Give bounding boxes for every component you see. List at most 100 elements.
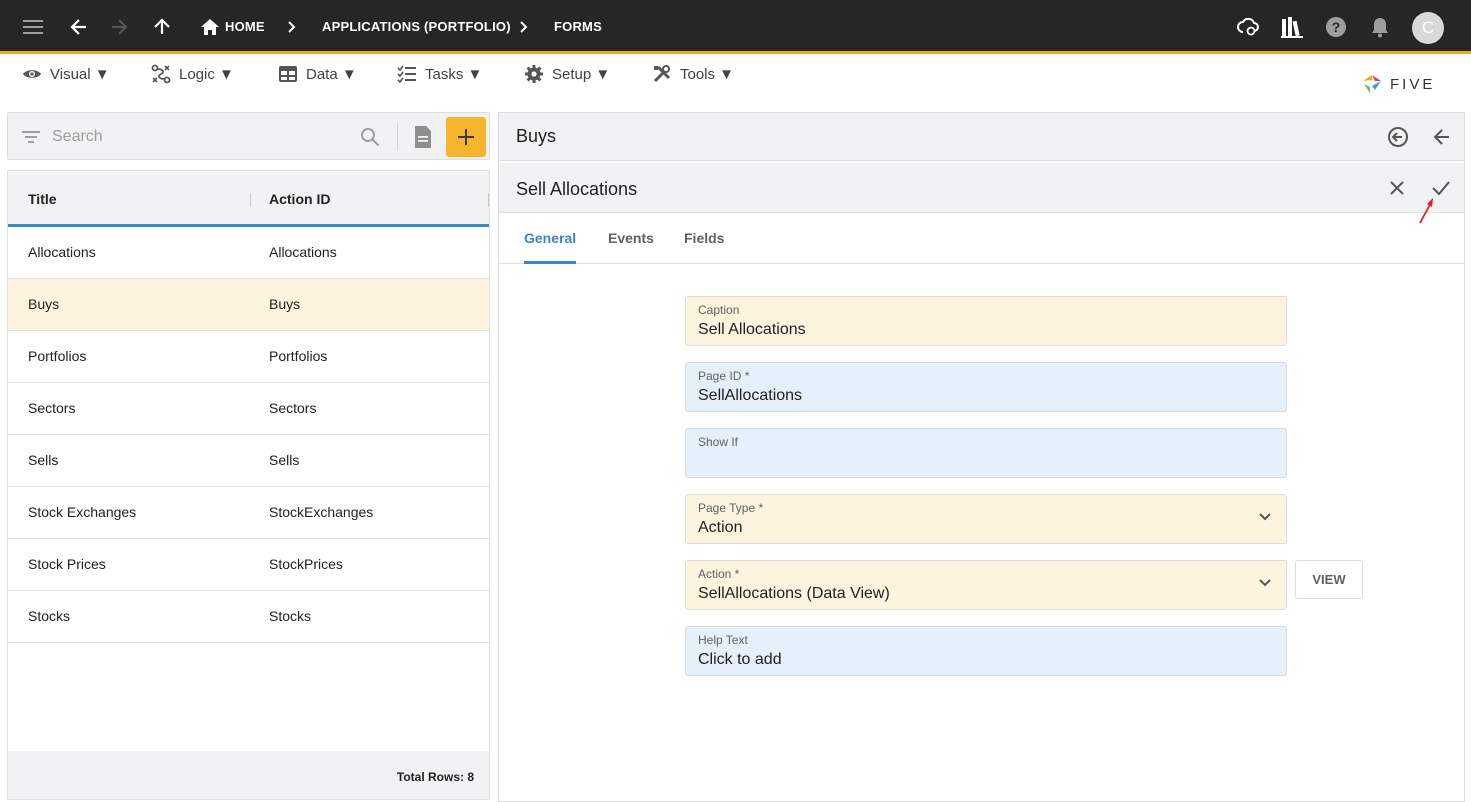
cell-action-id: Stocks [269,608,312,624]
caption-field[interactable]: Caption Sell Allocations [685,296,1287,346]
breadcrumb-home[interactable]: HOME [225,19,265,34]
table-row-selected[interactable]: Buys Buys [8,279,489,331]
tab-general[interactable]: General [524,230,576,246]
table-row[interactable]: Portfolios Portfolios [8,331,489,383]
table-header: Title Action ID [8,171,489,227]
cell-action-id: Allocations [269,244,337,260]
caption-label: Caption [698,303,740,317]
action-select[interactable]: Action * SellAllocations (Data View) [685,560,1287,610]
add-button[interactable] [446,117,486,157]
hamburger-menu-icon[interactable] [21,14,47,40]
page-type-value: Action [698,519,743,536]
table-footer: Total Rows: 8 [8,751,489,799]
help-text-value: Click to add [698,651,782,668]
help-icon[interactable]: ? [1323,14,1349,40]
breadcrumb-applications[interactable]: APPLICATIONS (PORTFOLIO) [322,19,511,34]
chevron-down-icon [1259,579,1271,587]
table-row[interactable]: Stock Exchanges StockExchanges [8,487,489,539]
table-icon [279,66,297,82]
five-logo-icon [1363,75,1381,93]
search-bar [7,112,490,160]
caption-value: Sell Allocations [698,321,806,338]
table-row[interactable]: Stock Prices StockPrices [8,539,489,591]
search-input[interactable] [52,125,352,149]
tasks-icon [397,65,416,83]
menu-visual-label: Visual ▼ [50,65,110,83]
logo-text: FIVE [1390,75,1436,93]
cell-action-id: StockPrices [269,556,343,572]
cell-title: Stock Exchanges [28,504,137,520]
top-bar: HOME APPLICATIONS (PORTFOLIO) FORMS ? C [0,0,1471,54]
form-tabs: General Events Fields [499,214,1464,264]
column-action-id[interactable]: Action ID [269,191,330,207]
form-header: Sell Allocations [499,163,1464,224]
detail-panel: Buys Sell Allocations General Events Fie… [498,112,1465,802]
back-to-parent-icon[interactable] [1387,126,1409,148]
menu-bar: Visual ▼ Logic ▼ Data ▼ Tasks ▼ Setup ▼ … [0,57,1471,97]
column-divider [488,193,489,207]
show-if-label: Show If [698,435,739,449]
forms-table: Title Action ID Allocations Allocations … [7,170,490,800]
menu-data-label: Data ▼ [306,65,357,83]
page-type-select[interactable]: Page Type * Action [685,494,1287,544]
show-if-field[interactable]: Show If [685,428,1287,478]
chevron-right-icon [288,21,296,33]
menu-tasks-label: Tasks ▼ [425,65,483,83]
menu-setup[interactable]: Setup ▼ [524,63,610,85]
avatar[interactable]: C [1412,12,1444,44]
table-row[interactable]: Sectors Sectors [8,383,489,435]
logic-icon [151,64,171,84]
menu-setup-label: Setup ▼ [552,65,611,83]
table-row[interactable]: Sells Sells [8,435,489,487]
bell-icon[interactable] [1367,14,1393,40]
close-icon[interactable] [1389,180,1405,196]
total-rows: Total Rows: 8 [396,770,474,784]
forward-arrow-icon[interactable] [106,14,132,40]
cloud-sync-icon[interactable] [1236,14,1262,40]
form-title: Sell Allocations [516,179,638,199]
eye-icon [23,70,41,78]
document-icon[interactable] [413,125,433,149]
page-type-label: Page Type * [698,501,764,515]
cell-title: Sectors [28,400,76,416]
menu-logic[interactable]: Logic ▼ [151,63,234,85]
tab-events[interactable]: Events [608,230,654,246]
help-text-field[interactable]: Help Text Click to add [685,626,1287,676]
cell-title: Buys [28,296,60,312]
filter-icon[interactable] [21,129,41,145]
cell-action-id: Sectors [269,400,317,416]
gear-icon [525,65,543,83]
menu-logic-label: Logic ▼ [179,65,234,83]
menu-tasks[interactable]: Tasks ▼ [397,63,482,85]
cell-title: Stocks [28,608,71,624]
cell-action-id: Buys [269,296,301,312]
menu-data[interactable]: Data ▼ [278,63,357,85]
chevron-down-icon [1259,513,1271,521]
menu-visual[interactable]: Visual ▼ [22,63,110,85]
breadcrumb-forms[interactable]: FORMS [554,19,602,34]
tab-fields[interactable]: Fields [684,230,724,246]
chevron-right-icon [520,21,528,33]
library-icon[interactable] [1279,14,1305,40]
back-arrow-icon[interactable] [1432,127,1452,147]
view-button[interactable]: VIEW [1295,560,1363,599]
help-text-label: Help Text [698,633,748,647]
table-row[interactable]: Stocks Stocks [8,591,489,643]
action-value: SellAllocations (Data View) [698,585,890,602]
back-arrow-icon[interactable] [66,14,92,40]
menu-tools[interactable]: Tools ▼ [652,63,734,85]
active-tab-indicator [524,261,576,264]
column-title[interactable]: Title [28,191,57,207]
search-icon[interactable] [360,127,380,147]
detail-title: Buys [516,126,557,146]
page-id-value: SellAllocations [698,387,803,404]
five-logo: FIVE [1360,72,1435,96]
table-row[interactable]: Allocations Allocations [8,227,489,279]
cell-title: Portfolios [28,348,87,364]
plus-icon [458,129,474,145]
page-id-field[interactable]: Page ID * SellAllocations [685,362,1287,412]
home-icon[interactable] [197,14,223,40]
cell-action-id: Portfolios [269,348,328,364]
up-arrow-icon[interactable] [149,14,175,40]
cell-title: Sells [28,452,59,468]
